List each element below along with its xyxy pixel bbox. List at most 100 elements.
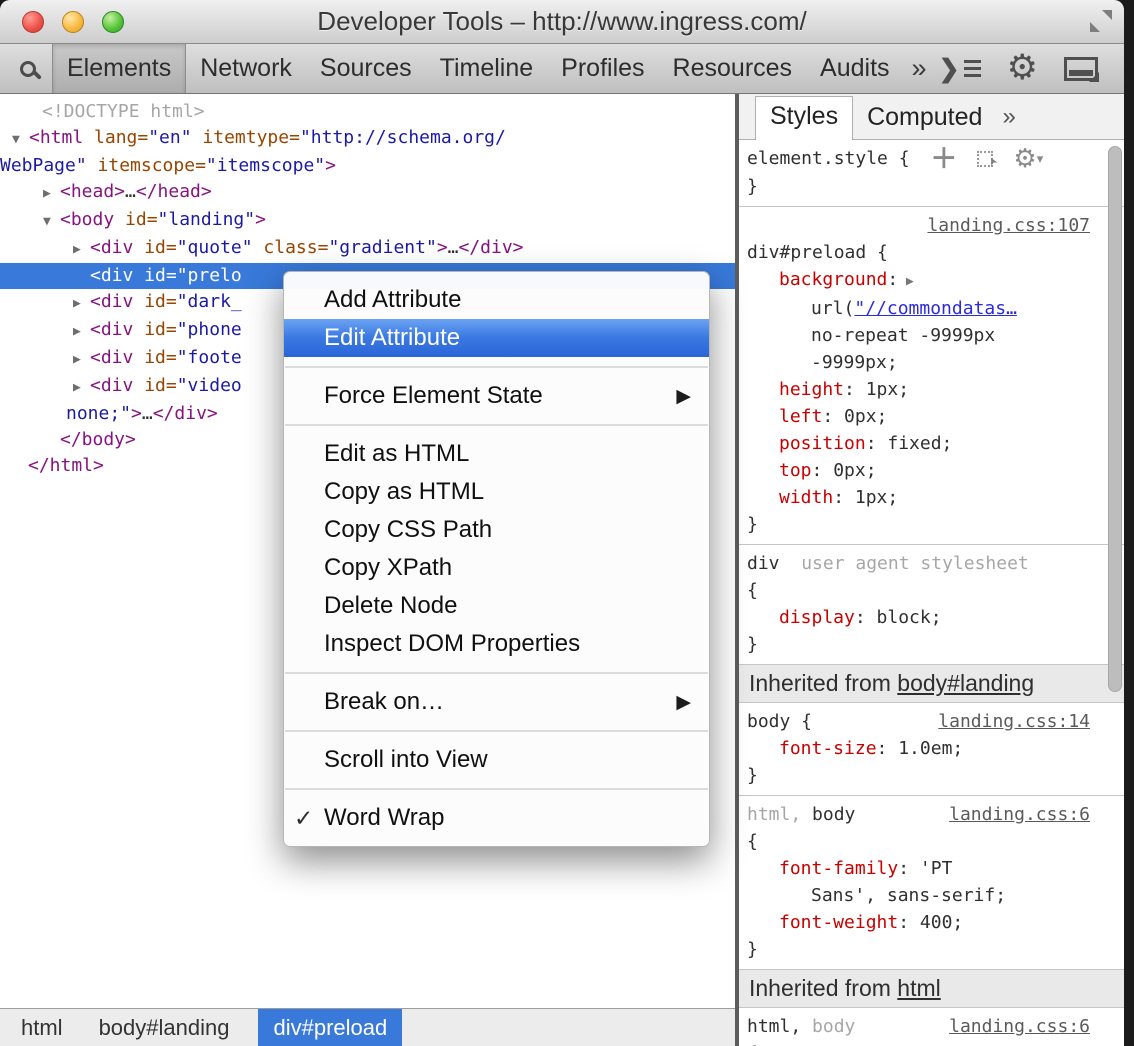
css-code-line[interactable]: display: block; xyxy=(739,604,1124,631)
css-code-line[interactable]: font-weight: 400; xyxy=(739,909,1124,936)
css-code-line[interactable]: no-repeat -9999px xyxy=(739,322,1124,349)
console-drawer-icon[interactable]: ❯ xyxy=(939,54,981,84)
disclosure-arrow-icon[interactable]: ▼ xyxy=(43,209,60,235)
code-segment: url( xyxy=(811,298,854,319)
tab-resources[interactable]: Resources xyxy=(659,44,807,93)
code-segment: width xyxy=(779,487,833,508)
dom-tree-line[interactable]: ▶<head>…</head> xyxy=(0,179,735,207)
css-code-line[interactable]: div user agent stylesheet xyxy=(739,550,1124,577)
css-code-line[interactable]: font-size: 1.0em; xyxy=(739,735,1124,762)
dom-tree-line[interactable]: ▶<div id="quote" class="gradient">…</div… xyxy=(0,235,735,263)
tab-sources[interactable]: Sources xyxy=(306,44,426,93)
menu-item-scroll-into-view[interactable]: Scroll into View xyxy=(284,741,709,779)
dom-tree-line[interactable]: WebPage" itemscope="itemscope"> xyxy=(0,153,735,179)
inherited-node-link[interactable]: body#landing xyxy=(897,670,1034,696)
title-bar[interactable]: Developer Tools – http://www.ingress.com… xyxy=(0,0,1124,44)
code-segment[interactable]: "//commondatas… xyxy=(854,298,1017,319)
css-code-line[interactable]: { xyxy=(739,1040,1124,1046)
css-code-line[interactable]: height: 1px; xyxy=(739,376,1124,403)
new-style-rule-icon[interactable]: ＋ xyxy=(930,146,957,173)
minimize-button[interactable] xyxy=(62,11,84,33)
disclosure-arrow-icon[interactable]: ▼ xyxy=(12,127,29,153)
menu-separator xyxy=(285,730,708,732)
disclosure-arrow-icon[interactable]: ▶ xyxy=(73,319,90,345)
scrollbar-thumb[interactable] xyxy=(1108,146,1122,692)
code-segment: } xyxy=(747,765,758,786)
css-code-line[interactable]: div#preload { xyxy=(739,239,1124,266)
css-code-line[interactable]: } xyxy=(739,936,1124,963)
breadcrumb-body-landing[interactable]: body#landing xyxy=(84,1009,245,1046)
dom-tree-line[interactable]: <!DOCTYPE html> xyxy=(0,99,735,125)
css-code-line[interactable]: url("//commondatas… xyxy=(739,295,1124,322)
css-code-line[interactable]: { xyxy=(739,828,1124,855)
toggle-element-state-icon[interactable] xyxy=(977,151,993,167)
menu-item-edit-attribute[interactable]: Edit Attribute xyxy=(284,319,709,357)
code-segment: id= xyxy=(133,347,176,368)
disclosure-arrow-icon[interactable]: ▶ xyxy=(43,181,60,207)
dom-tree-line[interactable]: ▼<html lang="en" itemtype="http://schema… xyxy=(0,125,735,153)
code-segment: "dark_ xyxy=(177,291,242,312)
breadcrumb-div-preload[interactable]: div#preload xyxy=(258,1009,402,1046)
css-code-line[interactable]: top: 0px; xyxy=(739,457,1124,484)
zoom-button[interactable] xyxy=(102,11,124,33)
code-segment: </div> xyxy=(459,237,524,258)
expand-icon[interactable] xyxy=(1090,10,1112,32)
css-code-line[interactable]: left: 0px; xyxy=(739,403,1124,430)
code-segment: element.style { xyxy=(747,148,920,169)
code-segment: "http://schema.org/ xyxy=(300,127,506,148)
inherited-node-link[interactable]: html xyxy=(897,975,940,1001)
disclosure-arrow-icon[interactable]: ▶ xyxy=(73,375,90,401)
stylesheet-source-link[interactable]: landing.css:14 xyxy=(938,708,1090,735)
css-code-line[interactable]: font-family: 'PT xyxy=(739,855,1124,882)
menu-item-copy-css-path[interactable]: Copy CSS Path xyxy=(284,511,709,549)
css-code-line[interactable]: position: fixed; xyxy=(739,430,1124,457)
tabs-overflow-chevron[interactable]: » xyxy=(904,53,935,84)
menu-item-force-element-state[interactable]: Force Element State▶ xyxy=(284,377,709,415)
menu-item-break-on[interactable]: Break on…▶ xyxy=(284,683,709,721)
sidebar-tab-styles[interactable]: Styles xyxy=(755,96,853,140)
tab-timeline[interactable]: Timeline xyxy=(426,44,548,93)
dom-tree-line[interactable]: ▼<body id="landing"> xyxy=(0,207,735,235)
tab-profiles[interactable]: Profiles xyxy=(547,44,658,93)
css-code-line[interactable]: } xyxy=(739,762,1124,789)
css-code-line[interactable]: width: 1px; xyxy=(739,484,1124,511)
menu-item-word-wrap[interactable]: ✓Word Wrap xyxy=(284,799,709,837)
css-code-line[interactable]: Sans', sans-serif; xyxy=(739,882,1124,909)
css-code-line[interactable]: } xyxy=(739,631,1124,658)
code-segment: id= xyxy=(133,237,176,258)
close-button[interactable] xyxy=(22,11,44,33)
settings-gear-icon[interactable]: ⚙ xyxy=(1007,51,1038,86)
style-panel-gear-icon[interactable]: ⚙▾ xyxy=(1013,146,1043,172)
breadcrumb-html[interactable]: html xyxy=(6,1009,78,1046)
code-segment: <html xyxy=(29,127,83,148)
stylesheet-source-link[interactable]: landing.css:107 xyxy=(927,215,1090,236)
tab-network[interactable]: Network xyxy=(186,44,306,93)
inherited-from-text: Inherited from xyxy=(749,670,897,696)
code-segment: display xyxy=(779,607,855,628)
css-code-line[interactable]: element.style { ＋ ⚙▾ xyxy=(739,145,1124,173)
menu-item-copy-as-html[interactable]: Copy as HTML xyxy=(284,473,709,511)
disclosure-arrow-icon[interactable]: ▶ xyxy=(73,237,90,263)
css-code-line[interactable]: } xyxy=(739,173,1124,200)
css-code-line[interactable]: -9999px; xyxy=(739,349,1124,376)
tab-elements[interactable]: Elements xyxy=(52,44,186,93)
css-code-line[interactable]: { xyxy=(739,577,1124,604)
menu-item-add-attribute[interactable]: Add Attribute xyxy=(284,281,709,319)
disclosure-arrow-icon[interactable]: ▶ xyxy=(73,291,90,317)
menu-item-edit-as-html[interactable]: Edit as HTML xyxy=(284,435,709,473)
code-segment: : block; xyxy=(855,607,942,628)
disclosure-arrow-icon[interactable]: ▶ xyxy=(73,347,90,373)
tab-audits[interactable]: Audits xyxy=(806,44,903,93)
dock-window-icon[interactable] xyxy=(1064,57,1098,81)
sidebar-tab-computed[interactable]: Computed xyxy=(853,98,996,139)
stylesheet-source-link[interactable]: landing.css:6 xyxy=(949,801,1090,828)
menu-item-delete-node[interactable]: Delete Node xyxy=(284,587,709,625)
sidebar-tabs-overflow-chevron[interactable]: » xyxy=(996,103,1021,139)
stylesheet-source-link[interactable]: landing.css:6 xyxy=(949,1013,1090,1040)
search-icon[interactable] xyxy=(20,61,36,77)
menu-item-copy-xpath[interactable]: Copy XPath xyxy=(284,549,709,587)
css-code-line[interactable]: background: ▶ xyxy=(739,266,1124,295)
menu-item-inspect-dom-properties[interactable]: Inspect DOM Properties xyxy=(284,625,709,663)
code-segment: "landing" xyxy=(158,209,256,230)
css-code-line[interactable]: } xyxy=(739,511,1124,538)
